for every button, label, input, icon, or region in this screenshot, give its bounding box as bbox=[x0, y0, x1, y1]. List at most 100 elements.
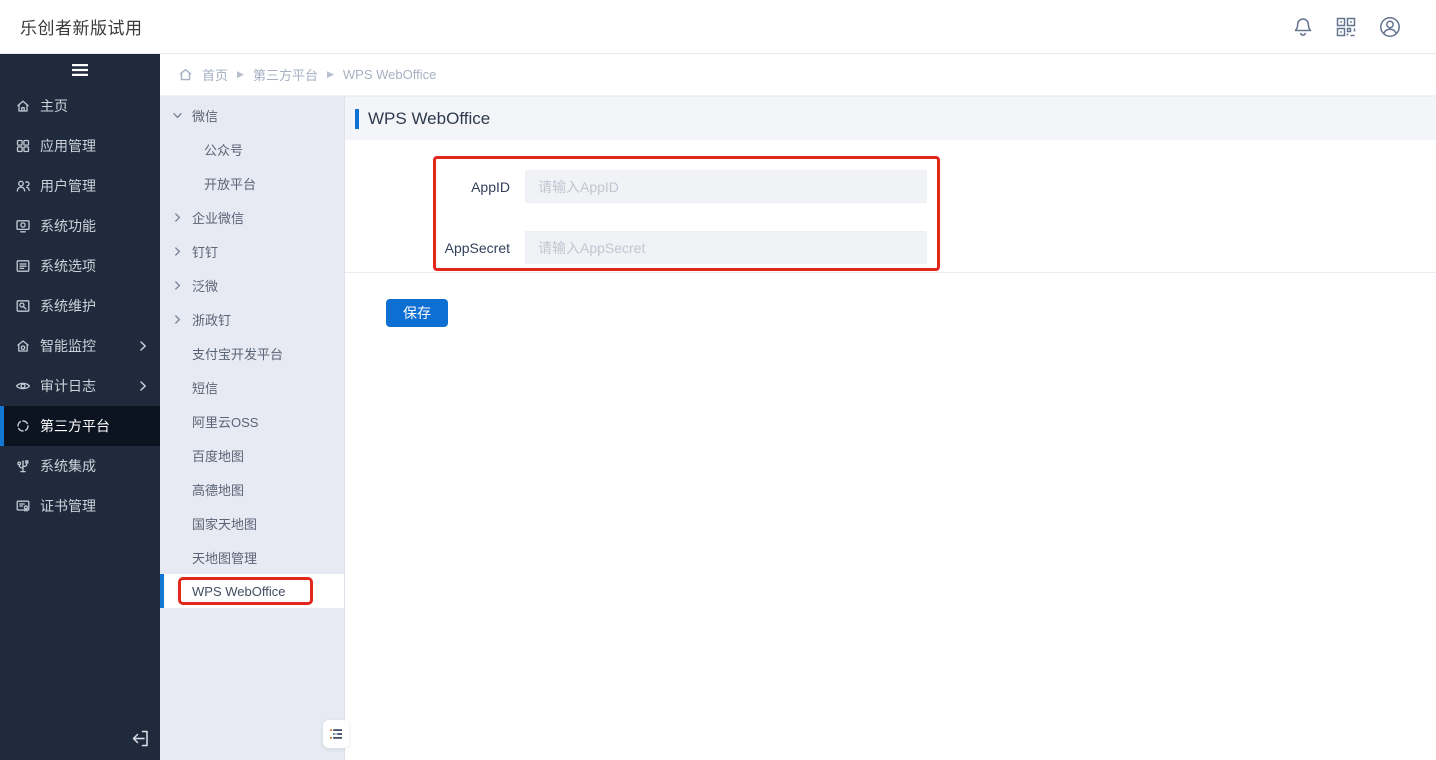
appsecret-form-row: AppSecret bbox=[345, 231, 927, 264]
submenu-item-wechat[interactable]: 微信 bbox=[160, 98, 344, 132]
surveillance-icon bbox=[15, 338, 31, 354]
sidebar-item-audit-logs[interactable]: 审计日志 bbox=[0, 366, 160, 406]
submenu-item-label: 支付宝开发平台 bbox=[192, 346, 284, 362]
sidebar-item-system-maintenance[interactable]: 系统维护 bbox=[0, 286, 160, 326]
eye-icon bbox=[15, 378, 31, 394]
submenu-item-dingtalk[interactable]: 钉钉 bbox=[160, 234, 344, 268]
sidebar-item-label: 证书管理 bbox=[40, 498, 96, 514]
submenu-item-label: 国家天地图 bbox=[192, 516, 258, 532]
submenu-item-alipay-open-platform[interactable]: 支付宝开发平台 bbox=[160, 336, 344, 370]
sidebar-item-smart-monitoring[interactable]: 智能监控 bbox=[0, 326, 160, 366]
title-accent-bar bbox=[355, 108, 359, 129]
sidebar-item-label: 智能监控 bbox=[40, 338, 96, 354]
sidebar-item-system-options[interactable]: 系统选项 bbox=[0, 246, 160, 286]
sidebar-item-home[interactable]: 主页 bbox=[0, 86, 160, 126]
sidebar-item-system-functions[interactable]: 系统功能 bbox=[0, 206, 160, 246]
appsecret-label: AppSecret bbox=[444, 239, 510, 256]
chevron-right-icon bbox=[172, 314, 184, 325]
monitor-icon bbox=[15, 218, 31, 234]
submenu-item-label: 阿里云OSS bbox=[192, 414, 259, 430]
sidebar-item-label: 系统集成 bbox=[40, 458, 96, 474]
topbar-icons bbox=[1292, 15, 1402, 39]
user-avatar-icon[interactable] bbox=[1378, 15, 1402, 39]
breadcrumb-item-home[interactable]: 首页 bbox=[202, 65, 228, 84]
notification-bell-icon[interactable] bbox=[1292, 16, 1314, 38]
sidebar-item-system-integration[interactable]: 系统集成 bbox=[0, 446, 160, 486]
submenu-item-fanwei[interactable]: 泛微 bbox=[160, 268, 344, 302]
submenu-collapse-button[interactable] bbox=[323, 720, 349, 748]
submenu-item-label: 开放平台 bbox=[204, 176, 257, 192]
submenu-item-label: 百度地图 bbox=[192, 448, 245, 464]
submenu-item-label: 天地图管理 bbox=[192, 550, 258, 566]
appstore-icon bbox=[15, 138, 31, 154]
submenu-item-wecom[interactable]: 企业微信 bbox=[160, 200, 344, 234]
sidebar-item-label: 用户管理 bbox=[40, 178, 96, 194]
submenu-item-aliyun-oss[interactable]: 阿里云OSS bbox=[160, 404, 344, 438]
submenu-item-label: 浙政钉 bbox=[192, 312, 232, 328]
menu-toggle-button[interactable] bbox=[0, 54, 160, 86]
secondary-sidebar: 微信 公众号 开放平台 企业微信 钉钉 泛微 浙政钉 支付宝开发平台 短信 阿里… bbox=[160, 96, 349, 760]
breadcrumb-item-third-party-platform[interactable]: 第三方平台 bbox=[253, 65, 318, 84]
settings-form: AppID AppSecret 保存 bbox=[345, 140, 1436, 760]
appid-input[interactable] bbox=[525, 170, 927, 203]
breadcrumb: 首页 ▶ 第三方平台 ▶ WPS WebOffice bbox=[160, 54, 1436, 96]
chevron-right-icon bbox=[172, 212, 184, 223]
submenu-item-national-tianditu[interactable]: 国家天地图 bbox=[160, 506, 344, 540]
qr-code-icon[interactable] bbox=[1335, 16, 1357, 38]
primary-nav: 主页 应用管理 用户管理 系统功能 系统选项 系统维护 智能监控 审计日志 第三… bbox=[0, 86, 160, 526]
home-icon bbox=[178, 67, 193, 82]
appid-form-row: AppID bbox=[345, 170, 927, 203]
sidebar-item-certificate-management[interactable]: 证书管理 bbox=[0, 486, 160, 526]
submenu-item-wps-weboffice[interactable]: WPS WebOffice bbox=[160, 574, 344, 608]
list-settings-icon bbox=[15, 258, 31, 274]
chevron-right-icon bbox=[172, 246, 184, 257]
section-divider bbox=[345, 272, 1436, 273]
page-header: WPS WebOffice bbox=[345, 96, 1436, 140]
chevron-down-icon bbox=[172, 110, 184, 121]
submenu-item-label: 高德地图 bbox=[192, 482, 245, 498]
submenu-item-open-platform[interactable]: 开放平台 bbox=[160, 166, 344, 200]
sidebar-collapse-icon[interactable] bbox=[130, 728, 150, 748]
breadcrumb-separator-icon: ▶ bbox=[326, 69, 334, 79]
sidebar-item-label: 系统功能 bbox=[40, 218, 96, 234]
sidebar-item-third-party-platform[interactable]: 第三方平台 bbox=[0, 406, 160, 446]
sidebar-item-app-management[interactable]: 应用管理 bbox=[0, 126, 160, 166]
breadcrumb-item-wps-weboffice[interactable]: WPS WebOffice bbox=[343, 67, 436, 82]
submenu-item-label: 企业微信 bbox=[192, 210, 245, 226]
chevron-right-icon bbox=[138, 340, 148, 352]
appsecret-input[interactable] bbox=[525, 231, 927, 264]
maintenance-icon bbox=[15, 298, 31, 314]
page-title: WPS WebOffice bbox=[368, 108, 491, 128]
submenu-item-label: 短信 bbox=[192, 380, 219, 396]
chevron-right-icon bbox=[138, 380, 148, 392]
sidebar-item-label: 应用管理 bbox=[40, 138, 96, 154]
submenu-item-zhezhengding[interactable]: 浙政钉 bbox=[160, 302, 344, 336]
sidebar-item-label: 主页 bbox=[40, 98, 68, 114]
refresh-circle-icon bbox=[15, 418, 31, 434]
certificate-icon bbox=[15, 498, 31, 514]
sidebar-item-label: 审计日志 bbox=[40, 378, 96, 394]
sidebar-item-label: 系统选项 bbox=[40, 258, 96, 274]
submenu-item-baidu-map[interactable]: 百度地图 bbox=[160, 438, 344, 472]
save-button[interactable]: 保存 bbox=[386, 299, 448, 327]
home-icon bbox=[15, 98, 31, 114]
users-icon bbox=[15, 178, 31, 194]
submenu-item-label: WPS WebOffice bbox=[192, 583, 286, 599]
primary-sidebar: 主页 应用管理 用户管理 系统功能 系统选项 系统维护 智能监控 审计日志 第三… bbox=[0, 54, 160, 760]
app-title: 乐创者新版试用 bbox=[20, 19, 143, 38]
submenu-item-label: 泛微 bbox=[192, 278, 219, 294]
chevron-right-icon bbox=[172, 280, 184, 291]
submenu-item-amap[interactable]: 高德地图 bbox=[160, 472, 344, 506]
topbar: 乐创者新版试用 bbox=[0, 0, 1436, 54]
submenu-item-sms[interactable]: 短信 bbox=[160, 370, 344, 404]
submenu-item-label: 钉钉 bbox=[192, 244, 219, 260]
main-content: WPS WebOffice AppID AppSecret 保存 bbox=[345, 96, 1436, 760]
breadcrumb-separator-icon: ▶ bbox=[237, 69, 244, 79]
sidebar-item-user-management[interactable]: 用户管理 bbox=[0, 166, 160, 206]
submenu-item-official-account[interactable]: 公众号 bbox=[160, 132, 344, 166]
submenu-item-label: 公众号 bbox=[204, 142, 244, 158]
sidebar-item-label: 系统维护 bbox=[40, 298, 96, 314]
integration-icon bbox=[15, 458, 31, 474]
submenu-item-tianditu-management[interactable]: 天地图管理 bbox=[160, 540, 344, 574]
appid-label: AppID bbox=[471, 178, 510, 195]
